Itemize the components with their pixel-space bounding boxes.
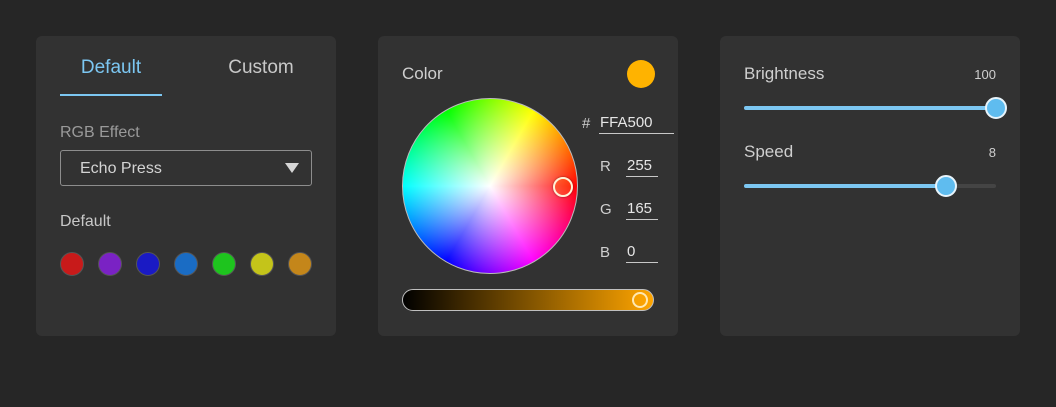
tab-default[interactable]: Default [60, 56, 162, 96]
speed-slider[interactable] [744, 174, 996, 198]
b-input[interactable] [626, 241, 658, 263]
active-tab-indicator [60, 94, 162, 96]
brightness-label: Brightness [744, 64, 825, 83]
tab-custom[interactable]: Custom [208, 56, 314, 96]
color-swatch[interactable] [250, 252, 274, 276]
color-preview [627, 60, 655, 88]
rgb-effect-label: RGB Effect [60, 124, 140, 141]
color-title: Color [402, 64, 443, 83]
color-swatch[interactable] [288, 252, 312, 276]
color-swatch[interactable] [174, 252, 198, 276]
speed-label: Speed [744, 142, 794, 161]
hex-label: # [582, 115, 591, 132]
r-input[interactable] [626, 155, 658, 177]
brightness-value: 100 [974, 67, 996, 82]
brightness-slider-fill [744, 106, 996, 110]
triangle-down-icon [285, 163, 299, 173]
brightness-slider-thumb[interactable] [985, 97, 1007, 119]
speed-slider-track[interactable] [744, 184, 996, 188]
color-swatch[interactable] [60, 252, 84, 276]
shade-slider-handle[interactable] [632, 292, 648, 308]
rgb-effect-selected: Echo Press [80, 160, 162, 177]
default-colors-label: Default [60, 213, 111, 230]
speed-value: 8 [988, 145, 996, 160]
color-swatches [60, 252, 320, 278]
b-label: B [600, 244, 611, 261]
color-swatch[interactable] [136, 252, 160, 276]
brightness-slider-track[interactable] [744, 106, 996, 110]
r-label: R [600, 158, 611, 175]
color-swatch[interactable] [98, 252, 122, 276]
color-wheel[interactable] [402, 98, 578, 274]
rgb-effect-dropdown[interactable]: Echo Press [60, 150, 312, 186]
color-panel: Color # R G B [378, 36, 678, 336]
shade-slider[interactable] [402, 289, 654, 311]
speed-slider-fill [744, 184, 946, 188]
sliders-panel: Brightness 100 Speed 8 [720, 36, 1020, 336]
color-wheel-handle[interactable] [553, 177, 573, 197]
color-swatch[interactable] [212, 252, 236, 276]
hex-input[interactable] [599, 112, 674, 134]
speed-slider-thumb[interactable] [934, 175, 957, 197]
g-input[interactable] [626, 198, 658, 220]
effect-panel: Default Custom RGB Effect Echo Press Def… [36, 36, 336, 336]
g-label: G [600, 201, 612, 218]
brightness-slider[interactable] [744, 96, 1007, 120]
